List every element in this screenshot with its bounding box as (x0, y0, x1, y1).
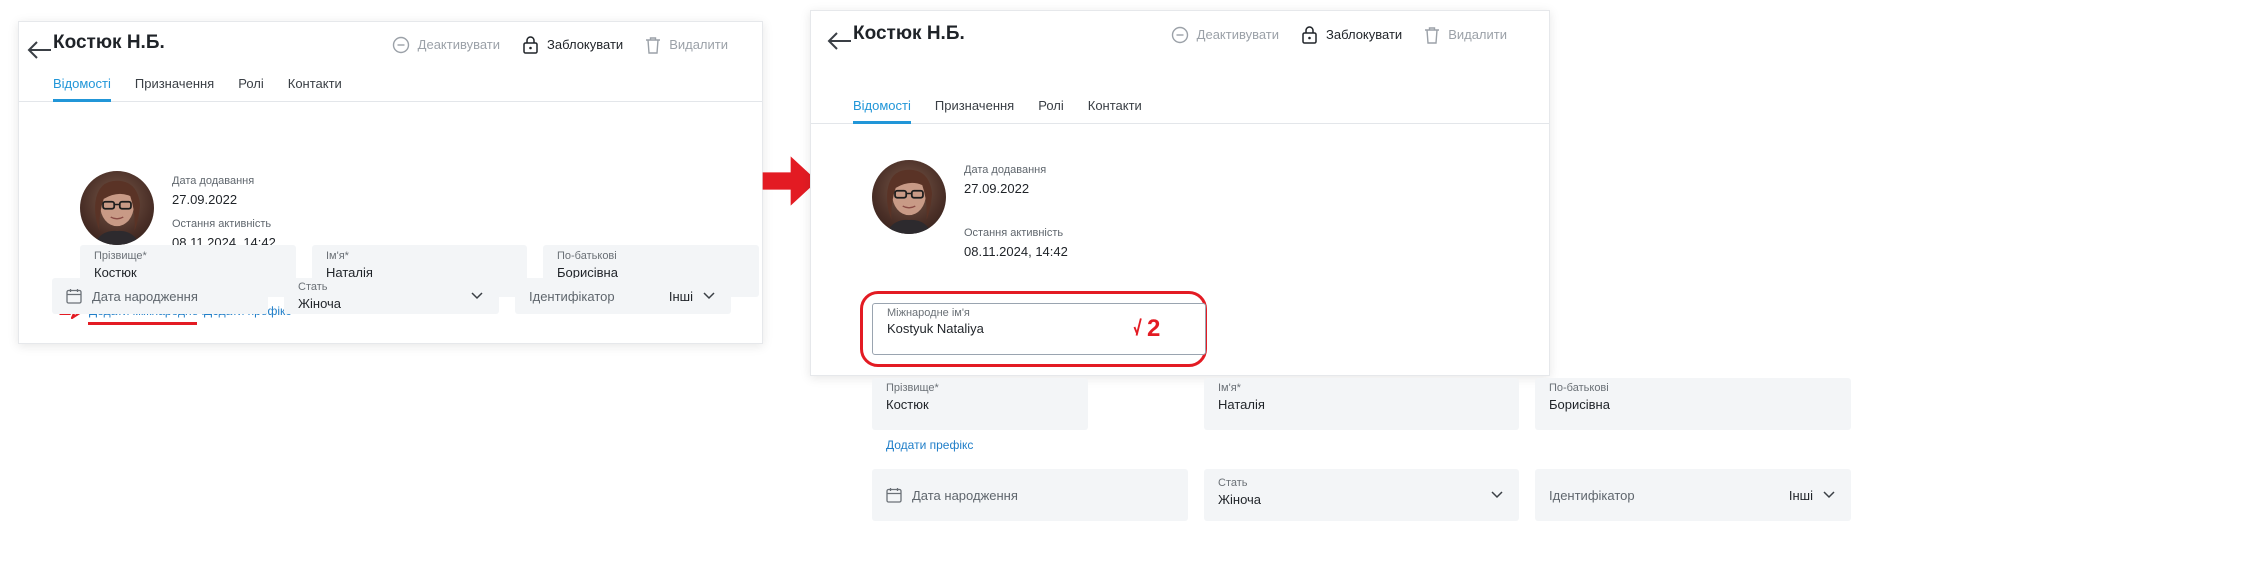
tab-contacts[interactable]: Контакти (288, 76, 342, 101)
surname-label: Прізвище* (94, 250, 147, 262)
intl-name-label: Міжнародне ім'я (887, 307, 970, 319)
trash-icon (1425, 26, 1440, 44)
intl-name-value: Kostyuk Nataliya (887, 321, 984, 336)
added-label: Дата додавання (172, 175, 255, 187)
header-actions: Деактивувати Заблокувати Видалити (1171, 25, 1507, 44)
deactivate-button[interactable]: Деактивувати (1171, 26, 1279, 44)
lock-icon (523, 36, 538, 54)
step-marker-2-text: 2 (1147, 315, 1161, 342)
name-field[interactable]: Ім'я* Наталія (1204, 378, 1519, 430)
identifier-type[interactable]: Інші (669, 289, 693, 304)
added-date: Дата додавання 27.09.2022 (964, 164, 1046, 196)
step-marker-2: 2 (1147, 315, 1160, 343)
back-arrow-icon[interactable] (25, 38, 53, 62)
surname-label: Прізвище* (886, 382, 939, 394)
birthdate-placeholder: Дата народження (92, 288, 198, 304)
activity-label: Остання активність (172, 218, 272, 230)
added-value: 27.09.2022 (964, 181, 1030, 196)
deactivate-label: Деактивувати (417, 37, 501, 52)
tab-info[interactable]: Відомості (53, 76, 111, 102)
delete-button[interactable]: Видалити (1424, 26, 1507, 44)
calendar-icon (886, 488, 902, 503)
identifier-field[interactable]: Ідентифікатор Інші (1535, 469, 1851, 521)
birthdate-field[interactable]: Дата народження (872, 469, 1188, 521)
back-arrow-icon[interactable] (825, 29, 853, 53)
block-label: Заблокувати (547, 37, 624, 52)
tab-roles[interactable]: Ролі (1038, 98, 1064, 123)
gender-value: Жіноча (1218, 492, 1262, 507)
gender-value: Жіноча (298, 296, 342, 311)
tab-bar: Відомості Призначення Ролі Контакти (53, 76, 342, 102)
added-date: Дата додавання 27.09.2022 (172, 175, 254, 207)
avatar (80, 171, 154, 245)
chevron-down-icon (471, 292, 483, 300)
card-header: Костюк Н.Б. Деактивувати Заблокувати Вид… (19, 22, 762, 102)
text-cursor-icon (1133, 318, 1142, 336)
page-title: Костюк Н.Б. (853, 23, 965, 44)
name-value: Наталія (1218, 397, 1265, 412)
minus-circle-icon (392, 36, 409, 53)
identifier-placeholder: Ідентифікатор (529, 288, 615, 304)
chevron-down-icon (1491, 491, 1503, 499)
block-label: Заблокувати (1326, 27, 1403, 42)
delete-label: Видалити (669, 37, 728, 52)
chevron-down-icon (1823, 491, 1835, 499)
patronymic-field[interactable]: По-батькові Борисівна (1535, 378, 1851, 430)
page-title: Костюк Н.Б. (53, 32, 165, 53)
surname-value: Костюк (886, 397, 929, 412)
added-value: 27.09.2022 (172, 192, 238, 207)
last-activity: Остання активність 08.11.2024, 14:42 (964, 227, 1068, 259)
trash-icon (646, 36, 661, 54)
gender-select[interactable]: Стать Жіноча (284, 278, 499, 314)
tab-bar: Відомості Призначення Ролі Контакти (853, 98, 1142, 124)
avatar-photo (93, 180, 141, 245)
patronymic-label: По-батькові (557, 250, 617, 262)
calendar-icon (66, 289, 82, 304)
tab-contacts[interactable]: Контакти (1088, 98, 1142, 123)
added-label: Дата додавання (964, 164, 1047, 176)
patronymic-value: Борисівна (1549, 397, 1610, 412)
name-label: Ім'я* (1218, 382, 1241, 394)
tab-roles[interactable]: Ролі (238, 76, 264, 101)
birthdate-field[interactable]: Дата народження (52, 278, 268, 314)
identifier-type[interactable]: Інші (1789, 488, 1813, 503)
activity-label: Остання активність (964, 227, 1064, 239)
delete-button[interactable]: Видалити (645, 36, 728, 54)
annotation-underline (88, 322, 197, 325)
activity-value: 08.11.2024, 14:42 (964, 244, 1068, 259)
header-actions: Деактивувати Заблокувати Видалити (392, 35, 728, 54)
delete-label: Видалити (1448, 27, 1507, 42)
lock-icon (1302, 26, 1317, 44)
gender-select[interactable]: Стать Жіноча (1204, 469, 1519, 521)
add-prefix-link[interactable]: Додати префікс (886, 438, 973, 452)
birthdate-placeholder: Дата народження (912, 487, 1018, 503)
patronymic-label: По-батькові (1549, 382, 1609, 394)
card-header: Костюк Н.Б. Деактивувати Заблокувати Вид… (811, 11, 1549, 124)
profile-card-after: Костюк Н.Б. Деактивувати Заблокувати Вид… (810, 10, 1851, 521)
tab-assignments[interactable]: Призначення (935, 98, 1014, 123)
gender-label: Стать (1218, 477, 1248, 489)
deactivate-button[interactable]: Деактивувати (392, 36, 500, 54)
surname-field[interactable]: Прізвище* Костюк (872, 378, 1088, 430)
identifier-placeholder: Ідентифікатор (1549, 487, 1635, 503)
avatar-photo (885, 169, 933, 234)
identifier-field[interactable]: Ідентифікатор Інші (515, 278, 731, 314)
minus-circle-icon (1171, 26, 1188, 43)
deactivate-label: Деактивувати (1196, 27, 1280, 42)
block-button[interactable]: Заблокувати (1301, 25, 1402, 44)
block-button[interactable]: Заблокувати (522, 35, 623, 54)
name-label: Ім'я* (326, 250, 349, 262)
tab-assignments[interactable]: Призначення (135, 76, 214, 101)
avatar (872, 160, 946, 234)
gender-label: Стать (298, 281, 328, 293)
chevron-down-icon (703, 292, 715, 300)
tab-info[interactable]: Відомості (853, 98, 911, 124)
